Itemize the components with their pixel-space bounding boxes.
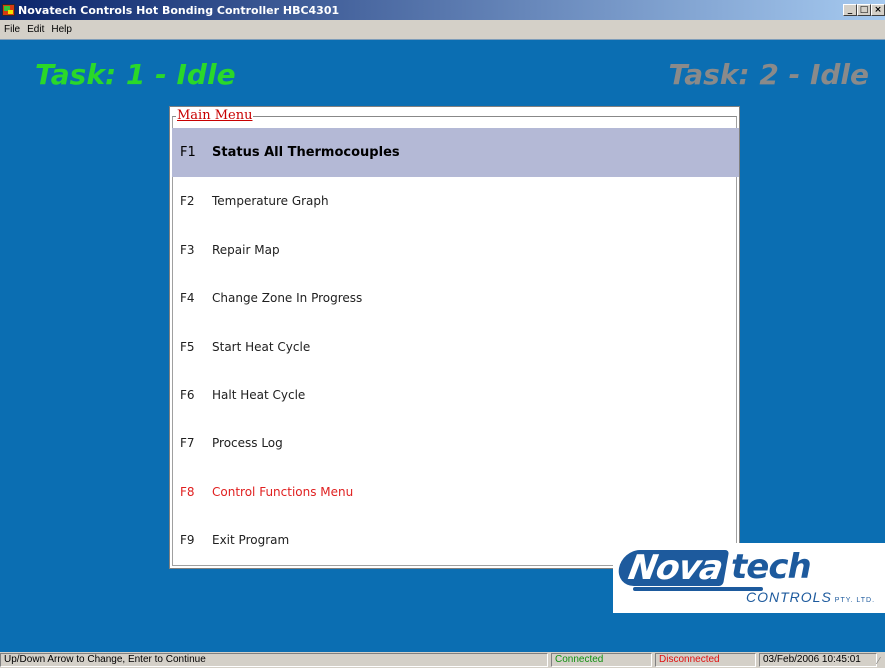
- menu-item-key: F6: [180, 387, 195, 402]
- logo-brand-tech: tech: [731, 547, 812, 587]
- menu-item-key: F7: [180, 435, 195, 450]
- menu-edit[interactable]: Edit: [27, 24, 44, 35]
- menu-item-label: Change Zone In Progress: [212, 290, 363, 305]
- menu-item-label: Repair Map: [212, 242, 280, 257]
- menu-item-label: Temperature Graph: [212, 193, 329, 208]
- main-menu-panel: Main Menu F1 Status All Thermocouples F2…: [169, 106, 740, 569]
- menu-file[interactable]: File: [4, 24, 20, 35]
- menu-item-label: Start Heat Cycle: [212, 339, 311, 354]
- app-icon[interactable]: [2, 4, 15, 16]
- menu-item-temperature-graph[interactable]: F2 Temperature Graph: [172, 176, 739, 225]
- logo-controls-text: CONTROLS: [746, 589, 832, 605]
- menu-item-key: F3: [180, 242, 195, 257]
- status-disconnected: Disconnected: [655, 653, 756, 667]
- menu-item-start-heat-cycle[interactable]: F5 Start Heat Cycle: [172, 322, 739, 371]
- novatech-logo: Nova tech CONTROLS PTY. LTD.: [613, 543, 885, 613]
- status-hint: Up/Down Arrow to Change, Enter to Contin…: [0, 653, 548, 667]
- menu-item-key: F2: [180, 193, 195, 208]
- task-2-status: Task: 2 - Idle: [668, 58, 869, 91]
- main-menu-title: Main Menu: [176, 108, 254, 123]
- menu-item-change-zone-in-progress[interactable]: F4 Change Zone In Progress: [172, 273, 739, 322]
- menu-item-label: Halt Heat Cycle: [212, 387, 306, 402]
- menu-item-label: Process Log: [212, 435, 283, 450]
- minimize-button[interactable]: _: [843, 4, 857, 16]
- menu-item-halt-heat-cycle[interactable]: F6 Halt Heat Cycle: [172, 370, 739, 419]
- menu-item-label: Status All Thermocouples: [212, 145, 400, 160]
- menu-item-key: F9: [180, 532, 195, 547]
- menu-item-key: F1: [180, 145, 196, 160]
- menu-item-repair-map[interactable]: F3 Repair Map: [172, 225, 739, 274]
- window-title: Novatech Controls Hot Bonding Controller…: [18, 3, 340, 17]
- logo-pty-ltd: PTY. LTD.: [834, 597, 876, 604]
- menu-item-control-functions-menu[interactable]: F8 Control Functions Menu: [172, 467, 739, 516]
- maximize-button[interactable]: □: [857, 4, 871, 16]
- menu-item-status-all-thermocouples[interactable]: F1 Status All Thermocouples: [172, 128, 739, 177]
- menu-item-label: Exit Program: [212, 532, 290, 547]
- menu-help[interactable]: Help: [51, 24, 72, 35]
- status-bar: Up/Down Arrow to Change, Enter to Contin…: [0, 652, 885, 668]
- logo-swoosh: [633, 587, 763, 591]
- menu-item-label: Control Functions Menu: [212, 484, 354, 499]
- resize-grip-icon[interactable]: ⁄: [878, 657, 884, 667]
- title-bar[interactable]: Novatech Controls Hot Bonding Controller…: [0, 0, 885, 20]
- window-controls: _ □ ×: [843, 4, 885, 16]
- task-1-status: Task: 1 - Idle: [35, 58, 236, 91]
- logo-brand-nova: Nova: [615, 548, 730, 588]
- menu-item-key: F5: [180, 339, 195, 354]
- logo-subtitle: CONTROLS PTY. LTD.: [746, 589, 875, 605]
- menu-item-key: F8: [180, 484, 195, 499]
- menu-bar: File Edit Help: [0, 20, 885, 39]
- status-connected: Connected: [551, 653, 652, 667]
- menu-item-process-log[interactable]: F7 Process Log: [172, 418, 739, 467]
- status-datetime: 03/Feb/2006 10:45:01: [759, 653, 877, 667]
- menu-item-key: F4: [180, 290, 195, 305]
- close-button[interactable]: ×: [871, 4, 885, 16]
